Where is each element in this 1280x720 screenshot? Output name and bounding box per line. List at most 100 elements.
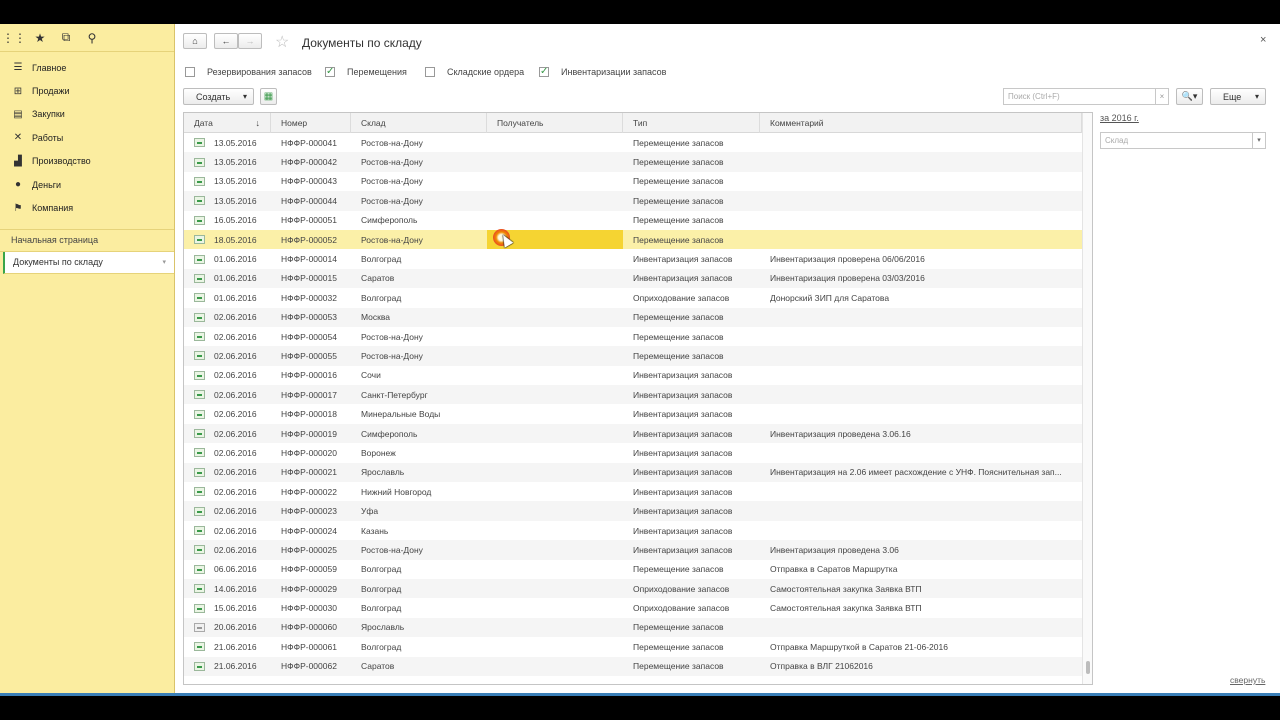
table-row[interactable]: 02.06.2016 НФФР-000025 Ростов-на-Дону Инвен… [184, 540, 1082, 560]
search-input[interactable]: Поиск (Ctrl+F) × [1003, 88, 1169, 105]
table-row[interactable]: 16.05.2016 НФФР-000051 Симферополь Перемеще… [184, 211, 1082, 230]
table-row[interactable]: 02.06.2016 НФФР-000020 Воронеж Инвентаризац… [184, 443, 1082, 462]
table-row[interactable]: 02.06.2016 НФФР-000022 Нижний Новгород Инве… [184, 482, 1082, 501]
history-icon[interactable]: ⧉ [58, 30, 74, 46]
section-item-production[interactable]: ▟ Производство [0, 150, 174, 173]
table-row[interactable]: 02.06.2016 НФФР-000017 Санкт-Петербург Инве… [184, 385, 1082, 405]
table-row[interactable]: 18.05.2016 НФФР-000052 Ростов-на-Дону Перем… [184, 229, 1082, 250]
section-item-money[interactable]: ● Деньги [0, 173, 174, 196]
column-header-number[interactable]: Номер [271, 113, 351, 133]
close-tab-icon[interactable]: ▾ [162, 258, 166, 266]
section-item-main[interactable]: ☰ Главное [0, 56, 174, 79]
table-row[interactable]: 21.06.2016 НФФР-000062 Саратов Перемещение … [184, 656, 1082, 676]
cell-comment [760, 230, 1082, 249]
table-row[interactable]: 02.06.2016 НФФР-000055 Ростов-на-Дону Перем… [184, 346, 1082, 366]
cell-text: Ростов-на-Дону [361, 544, 423, 555]
table-row[interactable]: 14.06.2016 НФФР-000029 Волгоград Оприходова… [184, 578, 1082, 599]
cell-type: Перемещение запасов [623, 152, 760, 171]
cell-recipient [487, 598, 623, 617]
filter-checkbox[interactable]: ✓ [325, 67, 335, 77]
table-row[interactable]: 01.06.2016 НФФР-000032 Волгоград Оприходова… [184, 288, 1082, 307]
table-row[interactable]: 02.06.2016 НФФР-000019 Симферополь Инвентар… [184, 423, 1082, 444]
table-row[interactable]: 06.06.2016 НФФР-000059 Волгоград Перемещени… [184, 560, 1082, 579]
cell-warehouse: Саратов [351, 657, 487, 676]
table-row[interactable]: 21.06.2016 НФФР-000061 Волгоград Перемещени… [184, 637, 1082, 656]
cell-text: Перемещение запасов [633, 641, 724, 652]
warehouse-filter-field[interactable]: Склад ▾ [1100, 132, 1266, 149]
apps-grid-icon[interactable]: ⋮⋮ [2, 30, 26, 46]
back-button[interactable]: ← [214, 33, 238, 49]
close-form-icon[interactable]: × [1260, 34, 1266, 46]
cell-warehouse: Ростов-на-Дону [351, 540, 487, 559]
cell-text: Перемещение запасов [633, 564, 724, 575]
opened-item-home[interactable]: Начальная страница [0, 230, 174, 252]
section-item-purchases[interactable]: ▤ Закупки [0, 103, 174, 126]
filter-inventories[interactable]: ✓ Инвентаризации запасов [539, 66, 666, 78]
filter-warehouse-orders[interactable]: Складские ордера [425, 66, 524, 78]
column-header-date[interactable]: Дата ↓ [184, 113, 271, 133]
chevron-down-icon[interactable]: ▾ [1252, 133, 1265, 148]
table-row[interactable]: 15.06.2016 НФФР-000030 Волгоград Оприходова… [184, 598, 1082, 617]
collapse-link[interactable]: свернуть [1230, 675, 1265, 685]
cell-type: Перемещение запасов [623, 211, 760, 230]
table-row[interactable]: 02.06.2016 НФФР-000018 Минеральные Воды Инв… [184, 404, 1082, 423]
filter-transfers[interactable]: ✓ Перемещения [325, 66, 407, 78]
cell-type: Инвентаризация запасов [623, 249, 760, 268]
document-status-icon [194, 642, 205, 652]
column-header-warehouse[interactable]: Склад [351, 113, 487, 133]
table-row[interactable]: 02.06.2016 НФФР-000016 Сочи Инвентаризация … [184, 366, 1082, 385]
scrollbar-thumb[interactable] [1086, 661, 1090, 674]
search-icon[interactable]: ⚲ [84, 30, 100, 46]
column-header-type[interactable]: Тип [623, 113, 760, 133]
home-button[interactable]: ⌂ [183, 33, 207, 49]
cell-warehouse: Ярославль [351, 463, 487, 482]
cell-warehouse: Симферополь [351, 424, 487, 443]
cell-number: НФФР-000032 [271, 288, 351, 307]
period-link[interactable]: за 2016 г. [1100, 113, 1139, 123]
table-row[interactable]: 02.06.2016 НФФР-000023 Уфа Инвентаризация з… [184, 501, 1082, 521]
cell-text: НФФР-000029 [281, 583, 337, 594]
column-header-comment[interactable]: Комментарий [760, 113, 1082, 133]
table-row[interactable]: 13.05.2016 НФФР-000043 Ростов-на-Дону Перем… [184, 172, 1082, 191]
filter-checkbox[interactable]: ✓ [539, 67, 549, 77]
vertical-scrollbar[interactable] [1082, 113, 1092, 684]
cell-text: НФФР-000016 [281, 370, 337, 381]
favorite-star-icon[interactable]: ☆ [275, 32, 289, 52]
cell-text: Ростов-на-Дону [361, 157, 423, 168]
table-row[interactable]: 13.05.2016 НФФР-000042 Ростов-на-Дону Перем… [184, 152, 1082, 172]
table-row[interactable]: 02.06.2016 НФФР-000054 Ростов-на-Дону Перем… [184, 327, 1082, 346]
table-row[interactable]: 13.05.2016 НФФР-000044 Ростов-на-Дону Перем… [184, 191, 1082, 211]
opened-item-warehouse-documents[interactable]: Документы по складу ▾ [3, 251, 174, 274]
table-row[interactable]: 02.06.2016 НФФР-000024 Казань Инвентаризаци… [184, 521, 1082, 540]
more-button[interactable]: Еще ▾ [1210, 88, 1266, 105]
cell-text: 13.05.2016 [214, 176, 257, 187]
arrow-right-icon: → [245, 36, 255, 46]
section-item-sales[interactable]: ⊞ Продажи [0, 79, 174, 102]
section-item-works[interactable]: ✕ Работы [0, 126, 174, 149]
favorites-star-icon[interactable]: ★ [32, 30, 48, 46]
cell-text: Волгоград [361, 564, 402, 575]
table-row[interactable]: 13.05.2016 НФФР-000041 Ростов-на-Дону Перем… [184, 133, 1082, 152]
table-row[interactable]: 02.06.2016 НФФР-000053 Москва Перемещение з… [184, 307, 1082, 327]
filter-checkbox[interactable] [185, 67, 195, 77]
document-status-icon [194, 603, 205, 613]
column-header-recipient[interactable]: Получатель [487, 113, 623, 133]
cell-number: НФФР-000019 [271, 424, 351, 443]
section-item-company[interactable]: ⚑ Компания [0, 196, 174, 219]
search-options-button[interactable]: 🔍▾ [1176, 88, 1203, 105]
cell-text: НФФР-000025 [281, 544, 337, 555]
table-row[interactable]: 01.06.2016 НФФР-000015 Саратов Инвентаризац… [184, 268, 1082, 289]
table-row[interactable]: 20.06.2016 НФФР-000060 Ярославль Перемещени… [184, 617, 1082, 638]
table-row[interactable]: 02.06.2016 НФФР-000021 Ярославль Инвентариз… [184, 462, 1082, 483]
cell-recipient [487, 133, 623, 152]
filter-reservations[interactable]: Резервирования запасов [185, 66, 312, 78]
filter-checkbox[interactable] [425, 67, 435, 77]
cell-type: Оприходование запасов [623, 579, 760, 598]
cell-type: Инвентаризация запасов [623, 521, 760, 540]
settings-list-button[interactable]: ▦ [260, 88, 277, 105]
clear-search-icon[interactable]: × [1155, 89, 1168, 104]
cell-date: 06.06.2016 [184, 560, 271, 579]
create-button[interactable]: Создать ▾ [183, 88, 254, 105]
forward-button[interactable]: → [238, 33, 262, 49]
table-row[interactable]: 01.06.2016 НФФР-000014 Волгоград Инвентариз… [184, 249, 1082, 268]
